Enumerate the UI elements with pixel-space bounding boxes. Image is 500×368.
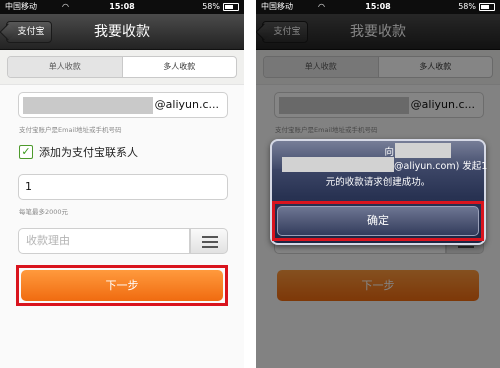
account-hint: 支付宝账户是Email地址或手机号码 bbox=[19, 126, 122, 134]
redacted-address bbox=[282, 157, 394, 172]
redacted-account bbox=[23, 97, 153, 114]
add-contact-label: 添加为支付宝联系人 bbox=[39, 146, 138, 159]
phone-screen-compose: 中国移动 ◠ 15:08 58% 支付宝 我要收款 单人收款 多人收款 @ali… bbox=[0, 0, 244, 368]
redacted-name bbox=[395, 143, 451, 158]
status-bar: 中国移动 ◠ 15:08 58% bbox=[256, 0, 500, 14]
dialog-line-2: @aliyun.com) 发起1 bbox=[394, 161, 488, 172]
payer-account-field[interactable]: @aliyun.c... bbox=[18, 92, 228, 118]
confirm-button[interactable]: 确定 bbox=[277, 206, 479, 236]
reason-field[interactable]: 收款理由 bbox=[18, 228, 190, 254]
amount-value: 1 bbox=[25, 180, 32, 193]
page-title: 我要收款 bbox=[94, 24, 150, 40]
dialog-line-3: 元的收款请求创建成功。 bbox=[325, 177, 431, 188]
collect-mode-tabs: 单人收款 多人收款 bbox=[7, 56, 237, 78]
next-step-button[interactable]: 下一步 bbox=[21, 270, 223, 301]
tab-single-collect[interactable]: 单人收款 bbox=[8, 57, 123, 77]
reason-placeholder: 收款理由 bbox=[26, 234, 70, 247]
reason-menu-button[interactable] bbox=[190, 228, 228, 254]
battery-icon bbox=[479, 3, 495, 11]
amount-field[interactable]: 1 bbox=[18, 174, 228, 200]
nav-bar: 支付宝 我要收款 bbox=[0, 14, 244, 50]
dialog-line-1: 向 bbox=[302, 143, 452, 158]
phone-screen-confirmation: 中国移动 ◠ 15:08 58% 支付宝 我要收款 单人收款 多人收款 @ali… bbox=[256, 0, 500, 368]
battery-percent: 58% bbox=[202, 2, 220, 11]
battery-icon bbox=[223, 3, 239, 11]
tab-multi-collect[interactable]: 多人收款 bbox=[123, 57, 237, 77]
checkmark-icon: ✓ bbox=[21, 145, 31, 158]
add-contact-checkbox[interactable]: ✓ bbox=[19, 145, 33, 159]
amount-hint: 每笔最多2000元 bbox=[19, 208, 69, 216]
status-bar: 中国移动 ◠ 15:08 58% bbox=[0, 0, 244, 14]
battery-percent: 58% bbox=[458, 2, 476, 11]
account-domain: @aliyun.c... bbox=[154, 98, 219, 111]
